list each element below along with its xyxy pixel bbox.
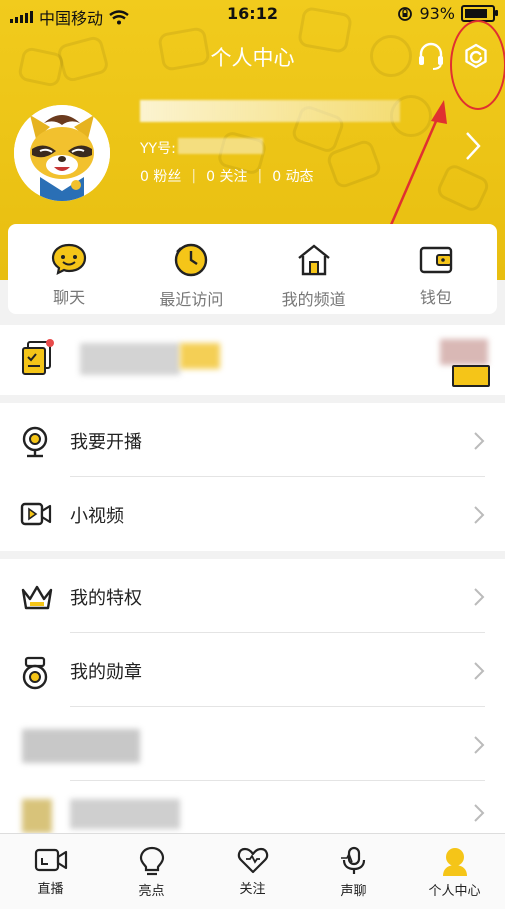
heart-icon	[237, 847, 268, 874]
quick-action-wallet[interactable]: 钱包	[375, 224, 497, 314]
notification-dot	[46, 339, 54, 347]
stat-following[interactable]: 0 关注	[206, 166, 247, 186]
menu-item-label: 我的特权	[70, 588, 142, 609]
chevron-right-icon	[474, 662, 485, 680]
quick-action-channel[interactable]: 我的频道	[253, 224, 375, 314]
chevron-right-icon	[474, 804, 485, 822]
medal-icon	[22, 656, 48, 690]
quick-action-label: 我的频道	[281, 290, 346, 309]
menu-section-broadcast: 我要开播 小视频	[0, 403, 505, 551]
video-icon	[20, 502, 52, 526]
tab-label: 关注	[239, 882, 266, 897]
profile-icon	[442, 848, 467, 876]
webcam-icon	[22, 426, 48, 458]
tab-live[interactable]: 直播	[0, 834, 101, 909]
bulb-icon	[139, 846, 164, 876]
chat-icon	[52, 243, 87, 275]
yy-number-label: YY号:	[140, 141, 176, 157]
chevron-right-icon	[474, 432, 485, 450]
tab-label: 亮点	[138, 884, 165, 899]
house-icon	[297, 244, 330, 276]
menu-item-label: 我的勋章	[70, 662, 142, 683]
live-camera-icon	[34, 848, 67, 872]
menu-item-medals[interactable]: 我的勋章	[0, 633, 505, 707]
username-blurred	[140, 100, 400, 122]
chevron-right-icon[interactable]	[463, 130, 483, 162]
menu-item-label: 我要开播	[70, 432, 142, 453]
quick-action-label: 聊天	[53, 288, 86, 307]
menu-item-blurred-2[interactable]	[0, 781, 505, 833]
menu-item-label: 小视频	[70, 506, 124, 527]
menu-item-start-live[interactable]: 我要开播	[0, 403, 505, 477]
chevron-right-icon	[474, 736, 485, 754]
tab-voice-chat[interactable]: 声聊	[303, 834, 404, 909]
profile-stats: 0 粉丝 | 0 关注 | 0 动态	[140, 166, 314, 186]
tab-label: 直播	[37, 882, 64, 897]
raccoon-avatar-icon	[14, 105, 110, 201]
quick-action-label: 钱包	[419, 288, 452, 307]
quick-action-chat[interactable]: 聊天	[8, 224, 130, 314]
chevron-right-icon	[474, 588, 485, 606]
tab-highlights[interactable]: 亮点	[101, 834, 202, 909]
quick-action-recent[interactable]: 最近访问	[130, 224, 252, 314]
bottom-tab-bar: 直播 亮点 关注 声聊 个人中心	[0, 833, 505, 909]
tab-label: 声聊	[340, 884, 367, 899]
menu-item-short-video[interactable]: 小视频	[0, 477, 505, 551]
gift-box-icon	[452, 365, 490, 387]
clock-icon	[175, 243, 208, 277]
tab-following[interactable]: 关注	[202, 834, 303, 909]
crown-icon	[21, 585, 53, 610]
microphone-icon	[340, 846, 365, 874]
menu-item-privileges[interactable]: 我的特权	[0, 559, 505, 633]
promo-banner[interactable]	[0, 325, 505, 395]
tab-label: 个人中心	[428, 884, 481, 899]
tab-profile[interactable]: 个人中心	[404, 834, 505, 909]
yy-number-blurred	[178, 138, 263, 154]
quick-actions-card: 聊天 最近访问 我的频道 钱包	[8, 224, 497, 314]
wallet-icon	[419, 246, 453, 274]
stat-fans[interactable]: 0 粉丝	[140, 166, 181, 186]
menu-section-profile: 我的特权 我的勋章	[0, 559, 505, 833]
avatar[interactable]	[14, 105, 110, 201]
stat-posts[interactable]: 0 动态	[272, 166, 313, 186]
menu-item-blurred-1[interactable]	[0, 707, 505, 781]
chevron-right-icon	[474, 506, 485, 524]
quick-action-label: 最近访问	[159, 290, 224, 309]
